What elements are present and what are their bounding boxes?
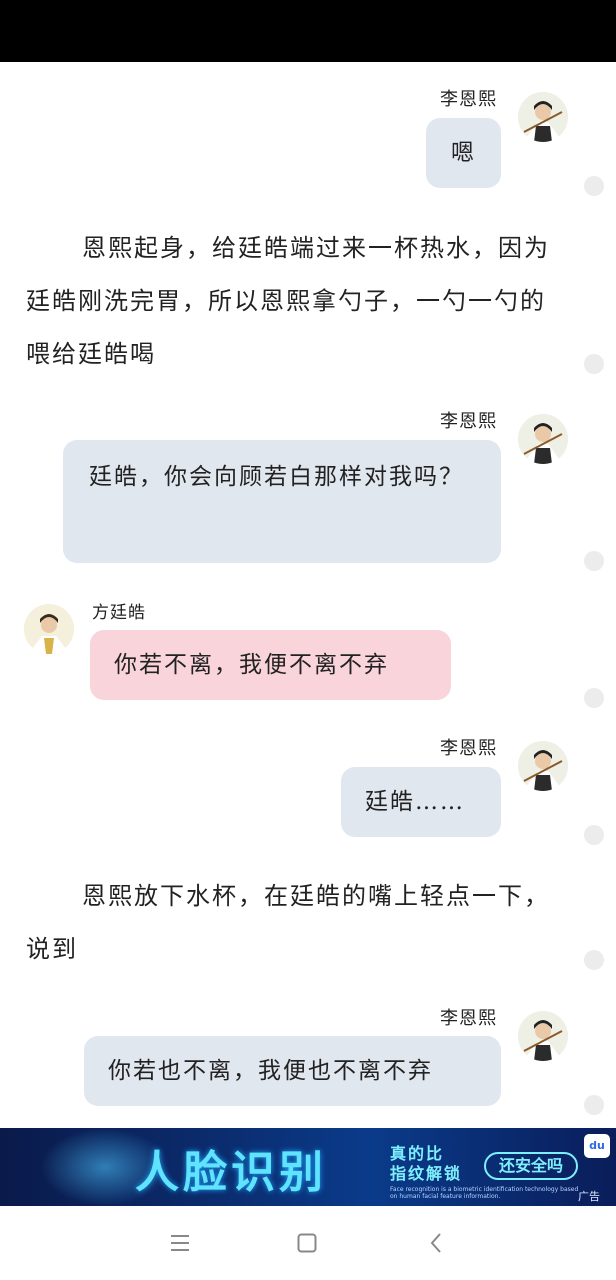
ad-subtitle: 指纹解锁 bbox=[390, 1164, 463, 1183]
back-chevron-icon[interactable] bbox=[416, 1226, 456, 1260]
select-dot[interactable] bbox=[584, 176, 604, 196]
ad-title: 人脸识别 bbox=[135, 1147, 327, 1198]
status-bar bbox=[0, 0, 616, 62]
home-square-icon[interactable] bbox=[287, 1226, 327, 1260]
select-dot[interactable] bbox=[584, 950, 604, 970]
avatar[interactable] bbox=[518, 1011, 568, 1061]
message-bubble[interactable]: 廷皓，你会向顾若白那样对我吗？ bbox=[63, 440, 501, 563]
avatar[interactable] bbox=[518, 414, 568, 464]
menu-icon[interactable] bbox=[160, 1226, 200, 1260]
message-bubble[interactable]: 嗯 bbox=[426, 118, 501, 188]
narration-text: 恩熙起身，给廷皓端过来一杯热水，因为廷皓刚洗完胃，所以恩熙拿勺子，一勺一勺的喂给… bbox=[26, 234, 550, 368]
select-dot[interactable] bbox=[584, 551, 604, 571]
select-dot[interactable] bbox=[584, 825, 604, 845]
baidu-logo-icon: du bbox=[584, 1134, 610, 1158]
ad-cta-button[interactable]: 还安全吗 bbox=[484, 1152, 578, 1180]
ad-banner[interactable]: 人脸识别 真的比 指纹解锁 还安全吗 Face recognition is a… bbox=[0, 1128, 616, 1206]
navigation-bar bbox=[0, 1206, 616, 1280]
sender-name: 李恩熙 bbox=[440, 1008, 497, 1029]
sender-name: 方廷皓 bbox=[92, 603, 146, 623]
select-dot[interactable] bbox=[584, 354, 604, 374]
message-bubble[interactable]: 你若不离，我便不离不弃 bbox=[90, 630, 451, 700]
select-dot[interactable] bbox=[584, 1095, 604, 1115]
avatar[interactable] bbox=[518, 92, 568, 142]
avatar[interactable] bbox=[518, 741, 568, 791]
sender-name: 李恩熙 bbox=[440, 411, 497, 432]
select-dot[interactable] bbox=[584, 688, 604, 708]
narration-text: 恩熙放下水杯，在廷皓的嘴上轻点一下，说到 bbox=[26, 882, 550, 963]
message-bubble[interactable]: 你若也不离，我便也不离不弃 bbox=[84, 1036, 501, 1106]
avatar[interactable] bbox=[24, 604, 74, 654]
ad-fine-print: Face recognition is a biometric identifi… bbox=[390, 1186, 579, 1200]
sender-name: 李恩熙 bbox=[440, 89, 497, 110]
sender-name: 李恩熙 bbox=[440, 738, 497, 759]
message-bubble[interactable]: 廷皓…… bbox=[341, 767, 501, 837]
ad-label: 广告 bbox=[578, 1190, 600, 1203]
